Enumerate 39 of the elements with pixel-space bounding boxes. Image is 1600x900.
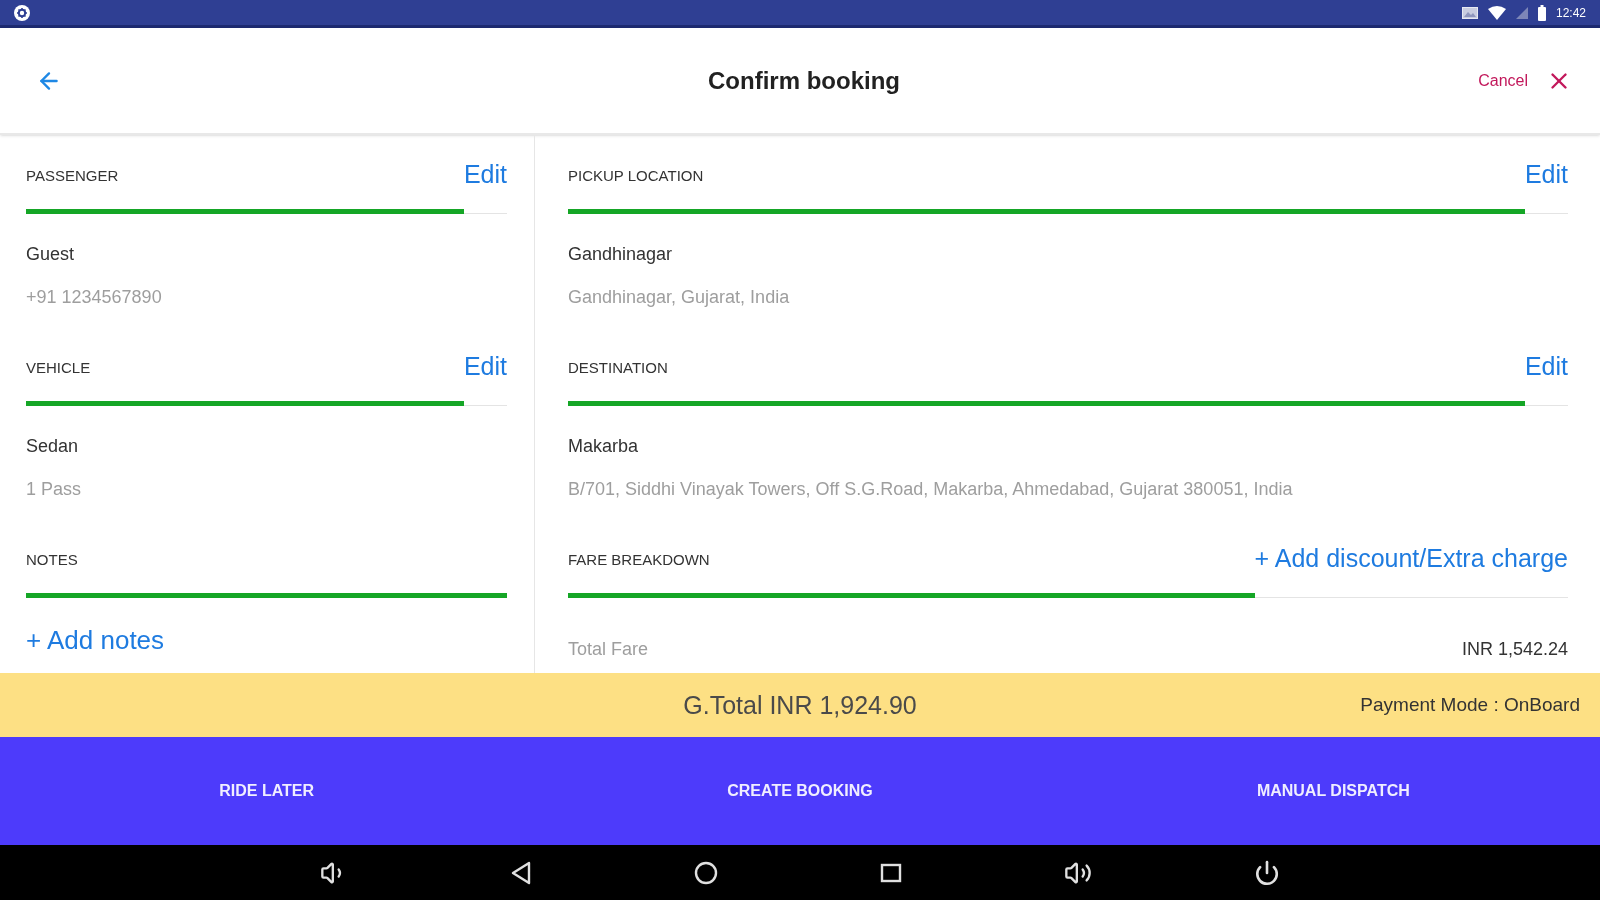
edit-link[interactable]: Edit [1524,157,1568,189]
payment-mode: Payment Mode : OnBoard [1360,693,1580,717]
section-label: VEHICLE [26,359,91,376]
item-detail: B/701, Siddhi Vinayak Towers, Off S.G.Road, Makarba, Ahmedabad, Gujarat 380051, India [568,478,1294,501]
add-notes-link[interactable]: + Add notes [26,624,165,656]
action-button[interactable]: MANUAL DISPATCH [1066,737,1600,845]
recents-icon[interactable] [880,861,902,884]
section-label: NOTES [26,551,78,568]
item-title: Gandhinagar [568,243,674,266]
back-icon[interactable] [510,860,532,885]
power-icon[interactable] [1254,859,1280,886]
item-detail: +91 1234567890 [26,286,163,309]
image-icon [1461,6,1478,19]
action-button[interactable]: RIDE LATER [0,737,534,845]
item-title: Sedan [26,435,80,458]
home-icon[interactable] [694,860,718,885]
page-title: Confirm booking [708,65,900,96]
item-detail: 1 Pass [26,478,83,501]
item-title: Guest [26,243,76,266]
fare-value: INR 1,542.24 [1461,638,1568,660]
section-label: PICKUP LOCATION [568,167,704,184]
battery-icon [1537,4,1546,21]
wifi-icon [1487,5,1506,20]
section-label: DESTINATION [568,359,668,376]
add-charge-link[interactable]: + Add discount/Extra charge [1254,541,1568,573]
action-button[interactable]: CREATE BOOKING [533,737,1067,845]
section-label: PASSENGER [26,167,119,184]
item-title: Makarba [568,435,640,458]
edit-link[interactable]: Edit [463,349,507,381]
section-label: FARE BREAKDOWN [568,551,710,568]
edit-link[interactable]: Edit [1524,349,1568,381]
edit-link[interactable]: Edit [463,157,507,189]
status-time: 12:42 [1555,5,1586,20]
fare-label: Total Fare [568,638,649,660]
signal-icon [1515,6,1528,19]
grand-total: G.Total INR 1,924.90 [683,690,917,720]
gear-icon [14,4,30,21]
cancel-link[interactable]: Cancel [1478,70,1528,91]
item-detail: Gandhinagar, Gujarat, India [568,286,791,309]
